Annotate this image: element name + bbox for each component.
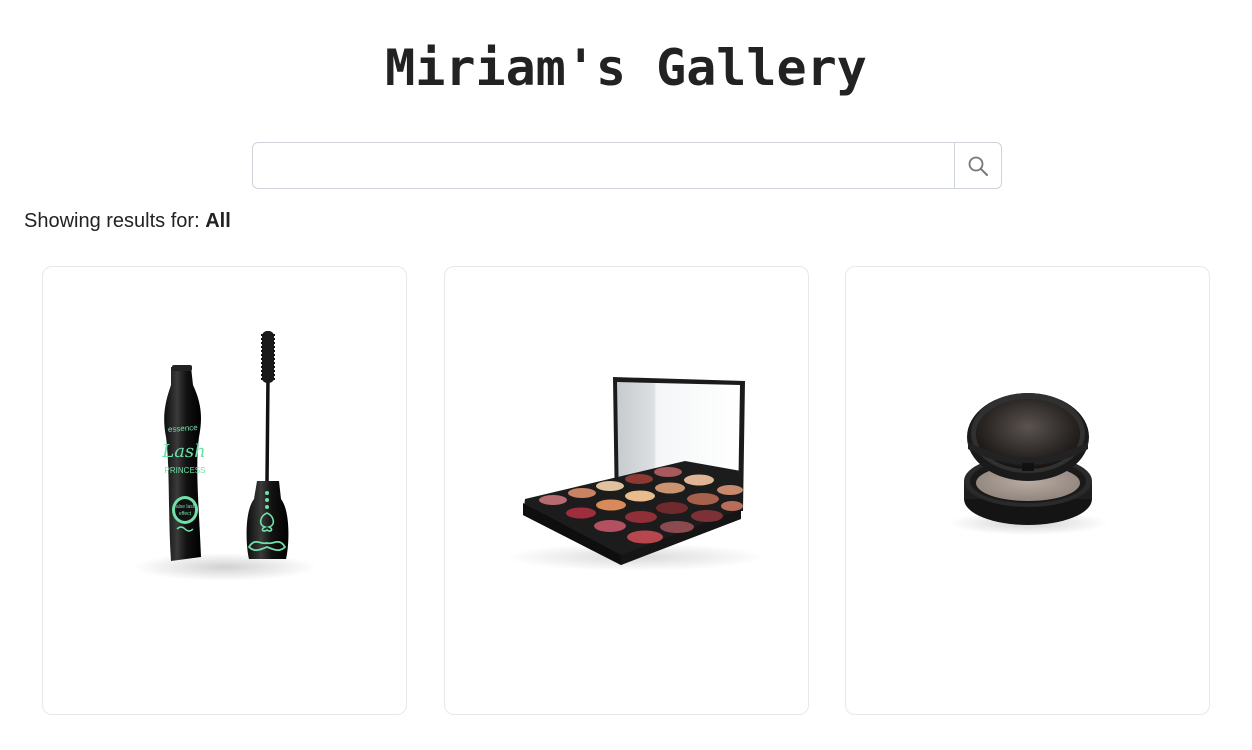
gallery-card-mascara[interactable]: essence Lash PRINCESS false lash effect xyxy=(42,266,407,715)
svg-text:false lash: false lash xyxy=(174,504,195,510)
mascara-image: essence Lash PRINCESS false lash effect xyxy=(133,331,317,581)
gallery-card-compact-powder[interactable] xyxy=(845,266,1210,715)
compact-powder-image xyxy=(948,393,1108,535)
svg-text:effect: effect xyxy=(179,511,192,517)
mascara-product-text: Lash xyxy=(161,441,206,462)
gallery-grid: essence Lash PRINCESS false lash effect xyxy=(42,266,1211,716)
eyeshadow-palette-image xyxy=(505,377,765,571)
page-title: Miriam's Gallery xyxy=(385,39,867,97)
svg-text:PRINCESS: PRINCESS xyxy=(165,466,206,475)
gallery-card-eyeshadow-palette[interactable] xyxy=(444,266,809,715)
search-icon xyxy=(968,156,988,176)
results-filter: All xyxy=(205,210,231,232)
search-bar xyxy=(252,142,1002,189)
results-prefix: Showing results for: xyxy=(24,210,206,232)
search-input[interactable] xyxy=(252,142,954,189)
results-summary: Showing results for: All xyxy=(24,207,231,235)
search-button[interactable] xyxy=(954,142,1002,189)
